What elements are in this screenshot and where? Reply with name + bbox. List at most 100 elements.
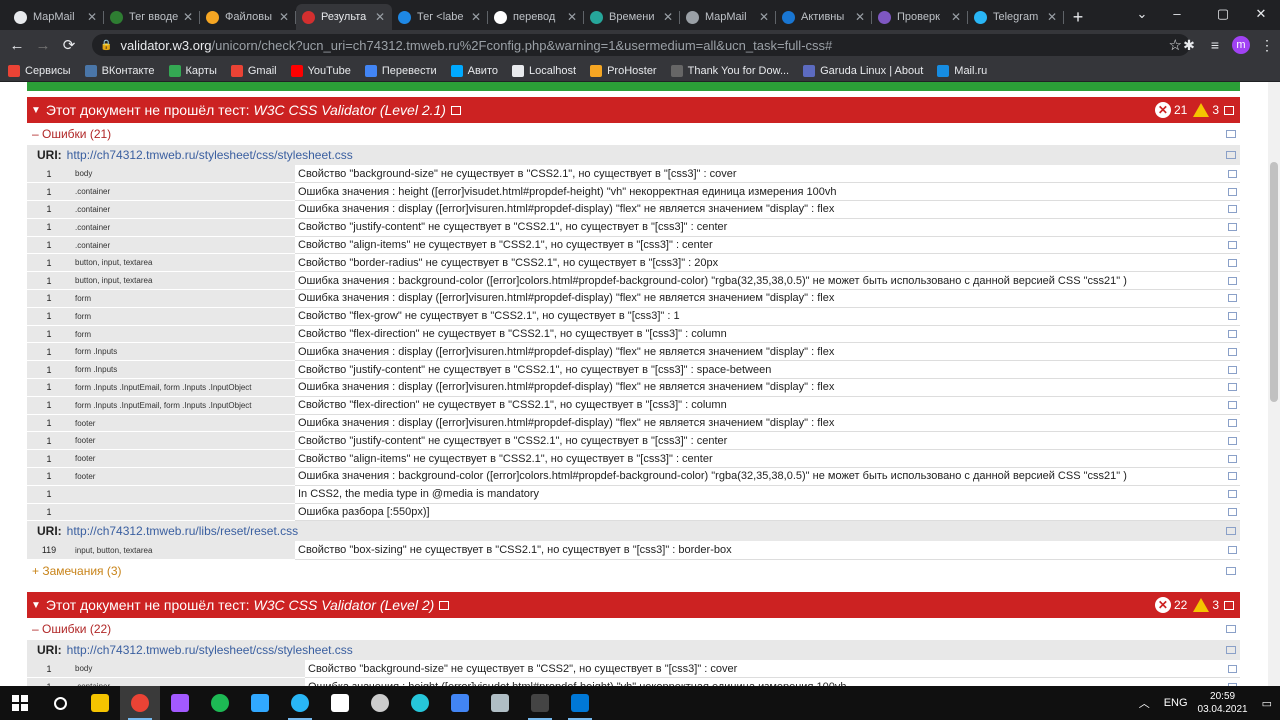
maximize-button[interactable]: ▢ [1200,0,1246,30]
extensions-icon[interactable]: ✱ [1176,37,1202,54]
tab-close-icon[interactable]: ✕ [1046,10,1058,24]
tab-close-icon[interactable]: ✕ [950,10,962,24]
taskbar-app[interactable] [200,686,240,720]
bookmark-item[interactable]: Авито [450,64,498,77]
taskbar-app[interactable] [560,686,600,720]
warnings-link-icon[interactable] [1226,566,1236,575]
row-link-icon[interactable] [1228,419,1237,428]
bookmark-item[interactable]: Localhost [511,64,576,77]
browser-tab[interactable]: Времени ✕ [584,4,680,30]
taskbar-app[interactable] [120,686,160,720]
bookmark-item[interactable]: Перевести [364,64,437,77]
browser-tab[interactable]: Файловы ✕ [200,4,296,30]
errors-link-icon[interactable] [1226,625,1236,633]
new-tab-button[interactable]: + [1064,4,1092,30]
bookmark-item[interactable]: Thank You for Dow... [670,64,789,77]
browser-tab[interactable]: Проверк ✕ [872,4,968,30]
permalink-icon[interactable] [450,105,461,115]
row-link-icon[interactable] [1228,205,1237,214]
row-link-icon[interactable] [1228,294,1237,303]
page-scrollbar[interactable] [1268,82,1280,686]
section-link-icon[interactable] [1224,105,1234,115]
row-link-icon[interactable] [1228,401,1237,410]
clock[interactable]: 20:59 03.04.2021 [1198,690,1248,716]
taskbar-app[interactable] [440,686,480,720]
tab-close-icon[interactable]: ✕ [854,10,866,24]
browser-tab[interactable]: перевод ✕ [488,4,584,30]
row-link-icon[interactable] [1228,347,1237,356]
scrollbar-thumb[interactable] [1270,162,1278,402]
permalink-icon[interactable] [439,600,450,610]
reading-list-icon[interactable]: ≡ [1202,37,1228,53]
back-button[interactable]: ← [4,37,30,54]
tab-close-icon[interactable]: ✕ [470,10,482,24]
browser-tab[interactable]: Тег вводе ✕ [104,4,200,30]
bookmark-item[interactable]: ВКонтакте [84,64,155,77]
uri-link-icon[interactable] [1226,646,1236,654]
taskbar-app[interactable] [280,686,320,720]
taskbar-app[interactable] [360,686,400,720]
address-bar[interactable]: 🔒 validator.w3.org /unicorn/check?ucn_ur… [92,34,1190,56]
row-link-icon[interactable] [1228,241,1237,250]
profile-avatar[interactable]: m [1232,36,1250,54]
taskbar-app[interactable] [400,686,440,720]
browser-tab[interactable]: MapMail ✕ [680,4,776,30]
tab-close-icon[interactable]: ✕ [566,10,578,24]
bookmark-item[interactable]: Карты [168,64,217,77]
row-link-icon[interactable] [1228,454,1237,463]
row-link-icon[interactable] [1228,383,1237,392]
taskbar-app[interactable] [40,686,80,720]
tab-search-icon[interactable]: ⌄ [1130,0,1154,30]
tab-close-icon[interactable]: ✕ [374,10,386,24]
tray-chevron-icon[interactable]: ︿ [1139,695,1150,711]
row-link-icon[interactable] [1228,223,1237,232]
uri-link-icon[interactable] [1226,151,1236,159]
uri-link[interactable]: http://ch74312.tmweb.ru/stylesheet/css/s… [67,148,353,162]
browser-tab[interactable]: Результа ✕ [296,4,392,30]
section-link-icon[interactable] [1224,600,1234,610]
reload-button[interactable]: ⟳ [56,36,82,54]
bookmark-item[interactable]: Gmail [230,64,277,77]
taskbar-app[interactable] [480,686,520,720]
tab-close-icon[interactable]: ✕ [86,10,98,24]
row-link-icon[interactable] [1228,169,1237,178]
browser-tab[interactable]: Тег <labe ✕ [392,4,488,30]
taskbar-app[interactable] [80,686,120,720]
bookmark-item[interactable]: Mail.ru [937,64,987,77]
section-header[interactable]: ▼ Этот документ не прошёл тест: W3C CSS … [27,592,1240,618]
menu-icon[interactable]: ⋮ [1254,37,1280,54]
errors-link-icon[interactable] [1226,130,1236,138]
row-link-icon[interactable] [1228,258,1237,267]
close-window-button[interactable]: ✕ [1246,0,1276,30]
minimize-button[interactable]: – [1154,0,1200,30]
errors-toggle[interactable]: – Ошибки (21) [27,123,1240,145]
bookmark-item[interactable]: YouTube [290,64,351,77]
forward-button[interactable]: → [30,37,56,54]
section-header[interactable]: ▼ Этот документ не прошёл тест: W3C CSS … [27,97,1240,123]
language-indicator[interactable]: ENG [1164,697,1188,709]
row-link-icon[interactable] [1228,187,1237,196]
taskbar-app[interactable] [160,686,200,720]
row-link-icon[interactable] [1228,276,1237,285]
uri-link-icon[interactable] [1226,527,1236,536]
row-link-icon[interactable] [1228,436,1237,445]
bookmark-item[interactable]: ProHoster [590,64,657,77]
warnings-toggle[interactable]: + Замечания (3) [27,560,1240,582]
uri-link[interactable]: http://ch74312.tmweb.ru/libs/reset/reset… [67,524,298,538]
tab-close-icon[interactable]: ✕ [182,10,194,24]
row-link-icon[interactable] [1228,508,1237,517]
taskbar-app[interactable] [240,686,280,720]
tab-close-icon[interactable]: ✕ [278,10,290,24]
browser-tab[interactable]: Активны ✕ [776,4,872,30]
uri-link[interactable]: http://ch74312.tmweb.ru/stylesheet/css/s… [67,643,353,657]
notification-icon[interactable]: ▭ [1262,697,1272,710]
browser-tab[interactable]: MapMail ✕ [8,4,104,30]
taskbar-app[interactable] [520,686,560,720]
tab-close-icon[interactable]: ✕ [758,10,770,24]
errors-toggle[interactable]: – Ошибки (22) [27,618,1240,640]
row-link-icon[interactable] [1228,330,1237,339]
browser-tab[interactable]: Telegram ✕ [968,4,1064,30]
row-link-icon[interactable] [1228,664,1237,673]
row-link-icon[interactable] [1228,312,1237,321]
start-button[interactable] [0,686,40,720]
